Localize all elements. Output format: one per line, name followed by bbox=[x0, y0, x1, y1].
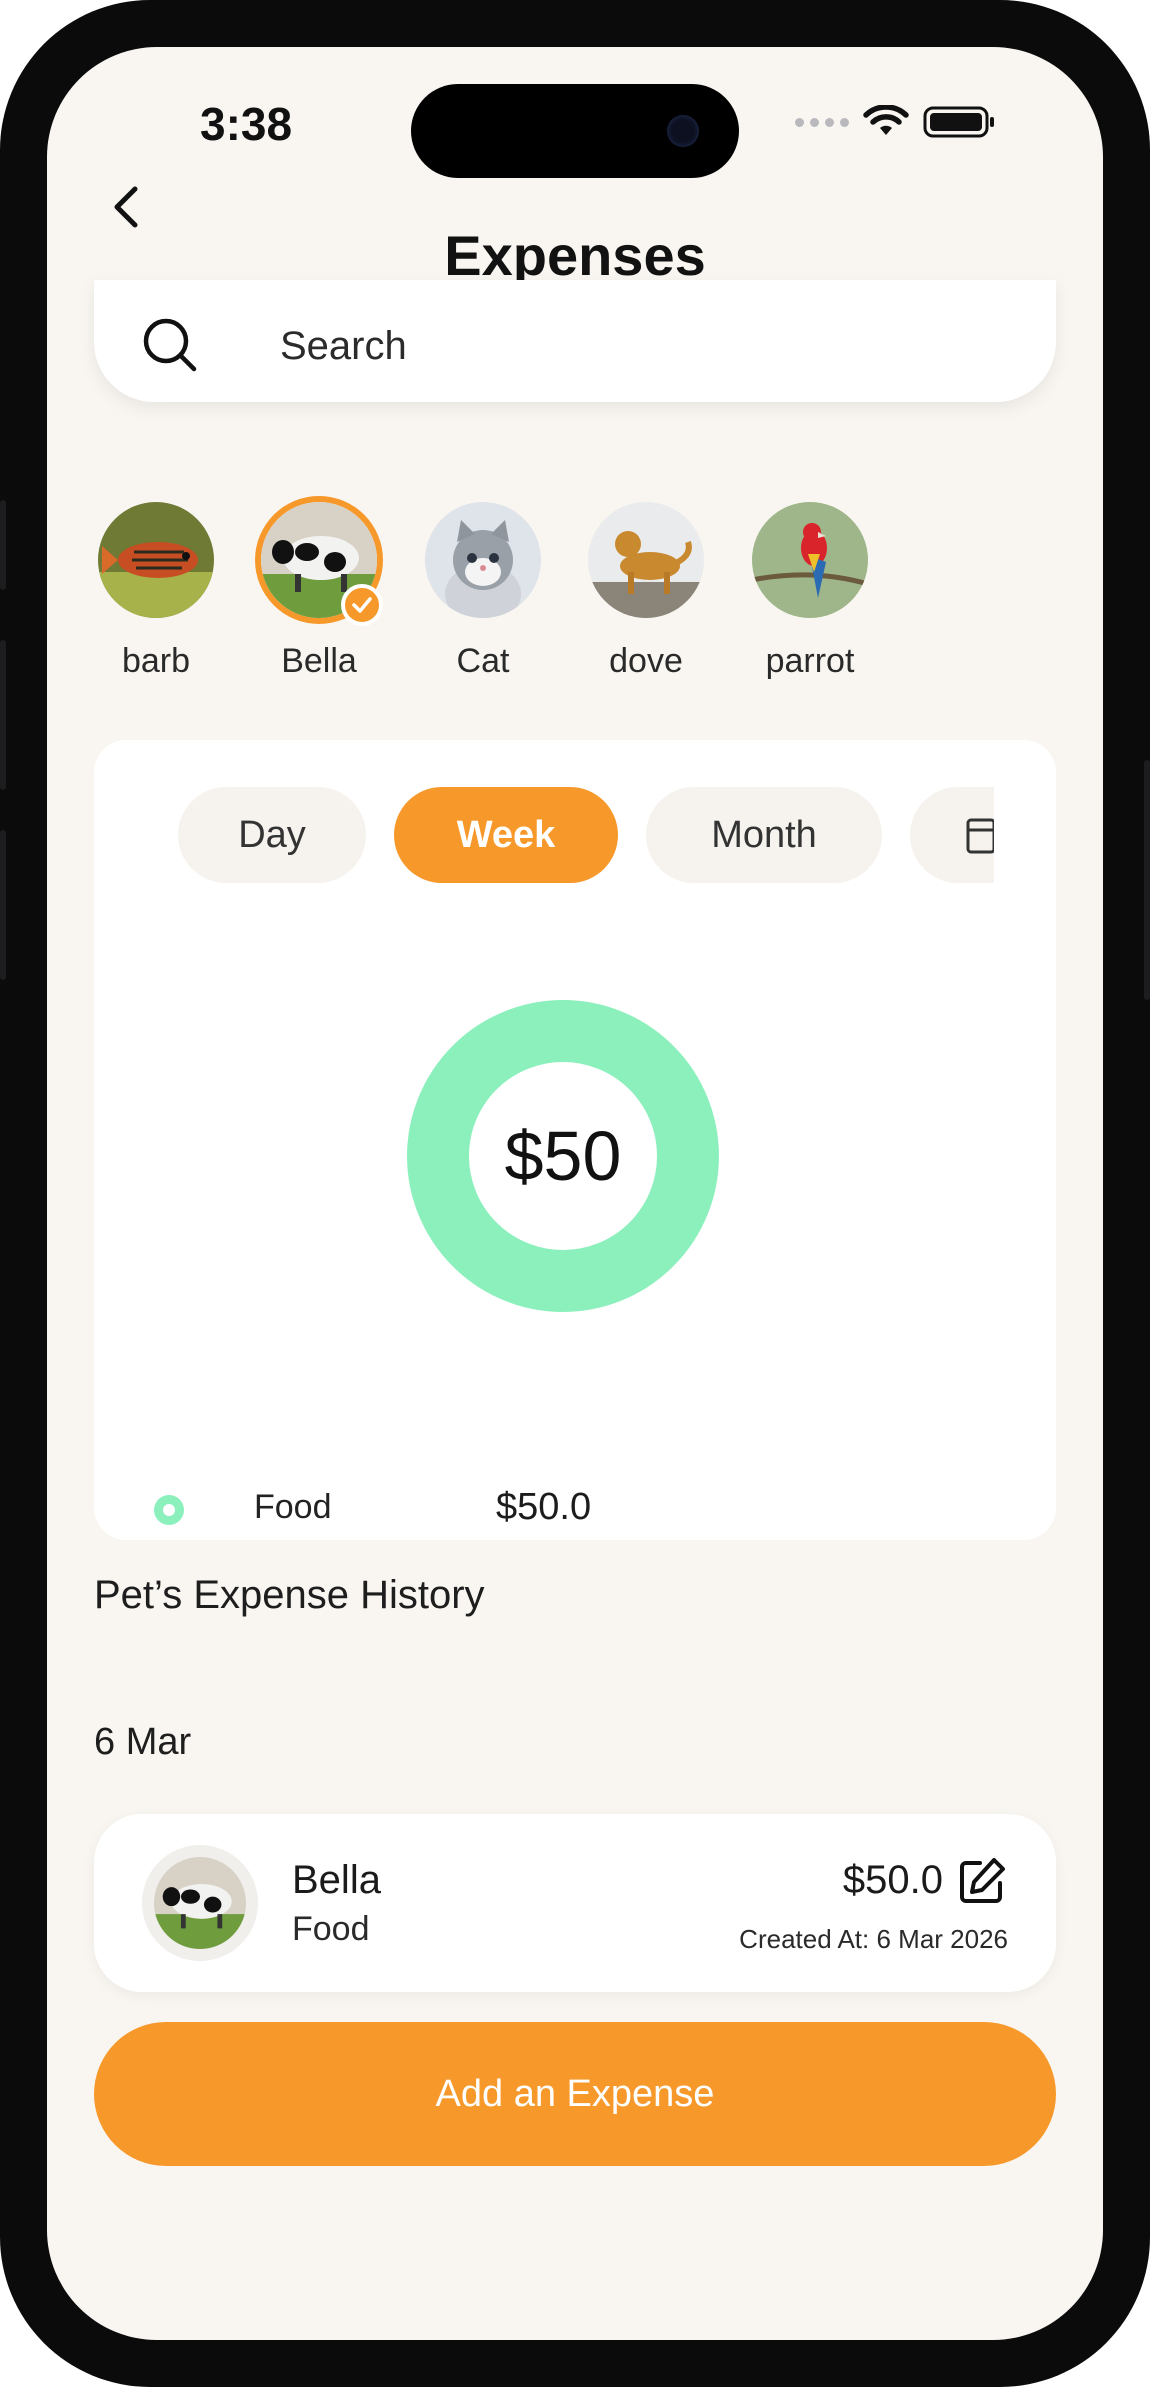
expense-amount: $50.0 bbox=[842, 1858, 943, 1902]
page-title: Expenses bbox=[444, 224, 706, 287]
pet-name: Cat bbox=[456, 642, 510, 680]
cat-icon bbox=[425, 502, 541, 618]
legend-food-label: Food bbox=[254, 1488, 332, 1526]
search-input[interactable]: Search bbox=[280, 324, 407, 369]
action-button bbox=[0, 500, 6, 590]
pet-cat[interactable]: Cat bbox=[403, 502, 563, 681]
fish-icon bbox=[98, 502, 214, 618]
volume-up-button bbox=[0, 640, 6, 790]
dog-icon bbox=[588, 502, 704, 618]
pet-name: parrot bbox=[765, 642, 855, 680]
avatar bbox=[425, 502, 541, 618]
edit-icon[interactable] bbox=[956, 1855, 1008, 1907]
pet-parrot[interactable]: parrot bbox=[730, 502, 890, 681]
add-expense-button[interactable]: Add an Expense bbox=[94, 2022, 1056, 2166]
calendar-icon bbox=[966, 818, 994, 854]
tab-day[interactable]: Day bbox=[178, 787, 366, 883]
date-header: 6 Mar bbox=[94, 1721, 192, 1763]
pet-bella[interactable]: Bella bbox=[239, 502, 399, 681]
tab-week[interactable]: Week bbox=[394, 787, 618, 883]
history-title: Pet’s Expense History bbox=[94, 1573, 485, 1617]
power-button bbox=[1144, 760, 1150, 1000]
expense-created-at: Created At: 6 Mar 2026 bbox=[739, 1924, 1008, 1954]
pet-name: Bella bbox=[281, 642, 357, 680]
search-icon bbox=[143, 318, 197, 372]
pet-name: barb bbox=[121, 642, 191, 680]
expense-item[interactable]: Bella Food $50.0 Created At: 6 Mar 2026 bbox=[94, 1814, 1056, 1992]
camera-icon bbox=[667, 115, 699, 147]
parrot-icon bbox=[752, 502, 868, 618]
screen: 3:38 Expenses Search barb Bella Cat dove… bbox=[47, 47, 1103, 2340]
pet-dove[interactable]: dove bbox=[566, 502, 726, 681]
avatar bbox=[588, 502, 704, 618]
legend-food-dot bbox=[154, 1495, 184, 1525]
dynamic-island bbox=[411, 84, 739, 178]
avatar bbox=[98, 502, 214, 618]
status-time: 3:38 bbox=[200, 98, 293, 150]
pet-barb[interactable]: barb bbox=[76, 502, 236, 681]
search-bar[interactable]: Search bbox=[94, 280, 1056, 402]
expense-pet-name: Bella bbox=[292, 1858, 381, 1902]
signal-icon bbox=[795, 117, 849, 127]
phone-frame: 3:38 Expenses Search barb Bella Cat dove… bbox=[0, 0, 1150, 2387]
period-tabs: Day Week Month bbox=[178, 787, 994, 887]
avatar bbox=[142, 1845, 258, 1961]
avatar bbox=[752, 502, 868, 618]
wifi-icon bbox=[863, 105, 909, 135]
donut-total: $50 bbox=[504, 1117, 622, 1195]
volume-down-button bbox=[0, 830, 6, 980]
tab-custom[interactable] bbox=[910, 787, 994, 883]
status-icons bbox=[795, 105, 997, 139]
expense-summary-card: Day Week Month $50 Food $50.0 bbox=[94, 740, 1056, 1540]
legend-food-value: $50.0 bbox=[496, 1486, 592, 1528]
pet-name: dove bbox=[609, 642, 683, 680]
battery-icon bbox=[923, 106, 994, 138]
expense-category: Food bbox=[292, 1910, 370, 1948]
selected-check-icon bbox=[341, 584, 383, 626]
tab-month[interactable]: Month bbox=[646, 787, 882, 883]
cow-icon bbox=[154, 1857, 246, 1949]
